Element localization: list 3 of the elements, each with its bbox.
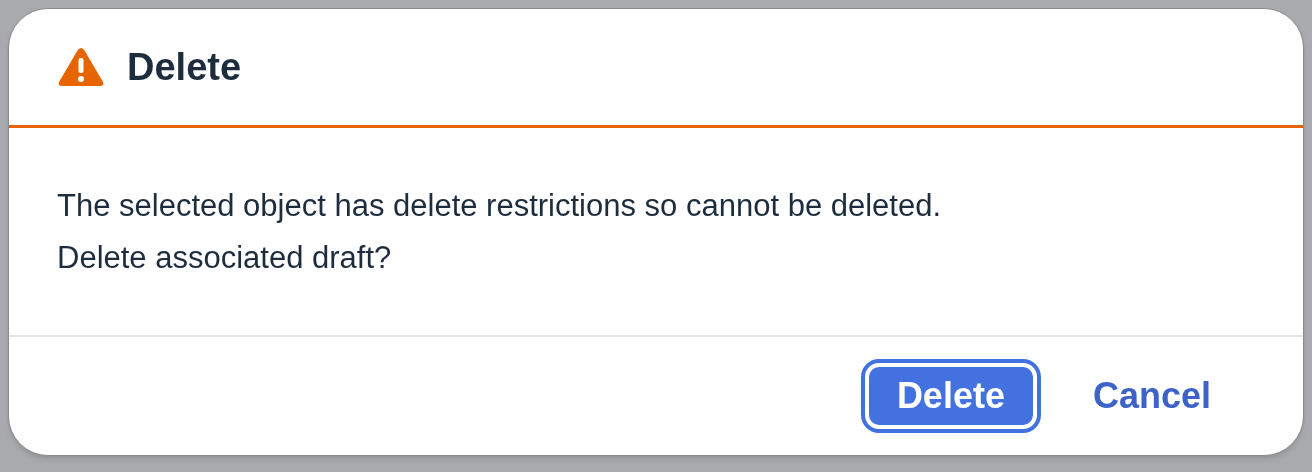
dialog-title: Delete (127, 44, 242, 90)
dialog-message: The selected object has delete restrictions so cannot be deleted. Delete associated draft? (57, 186, 943, 277)
cancel-button[interactable]: Cancel (1060, 363, 1243, 429)
